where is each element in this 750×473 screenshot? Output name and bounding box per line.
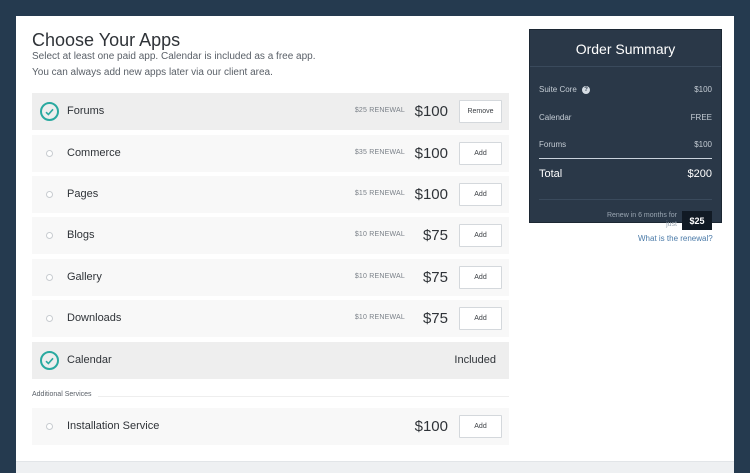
add-pages-button[interactable]: Add: [459, 183, 502, 206]
app-price: $75: [422, 310, 448, 327]
order-summary-panel: Order Summary Suite Core ? $100 Calendar…: [529, 29, 722, 230]
app-name: Downloads: [67, 312, 122, 324]
add-commerce-button[interactable]: Add: [459, 142, 502, 165]
add-installation-service-button[interactable]: Add: [459, 415, 502, 438]
summary-total: Total $200: [539, 168, 712, 180]
unselected-radio-icon: [46, 274, 53, 281]
app-name: Blogs: [67, 229, 95, 241]
unselected-radio-icon: [46, 150, 53, 157]
app-row-calendar: Calendar Included: [32, 342, 509, 379]
app-row-pages[interactable]: Pages $15 RENEWAL $100 Add: [32, 176, 509, 213]
app-row-gallery[interactable]: Gallery $10 RENEWAL $75 Add: [32, 259, 509, 296]
app-renewal-price: $10 RENEWAL: [354, 273, 405, 280]
app-renewal-price: $10 RENEWAL: [354, 231, 405, 238]
checkmark-circle-icon: [40, 351, 59, 370]
summary-line-suite-core: Suite Core ? $100: [539, 85, 712, 94]
summary-line-value: $100: [694, 140, 712, 149]
page-title: Choose Your Apps: [32, 30, 181, 50]
summary-line-calendar: Calendar FREE: [539, 113, 712, 122]
unselected-radio-icon: [46, 423, 53, 430]
app-row-blogs[interactable]: Blogs $10 RENEWAL $75 Add: [32, 217, 509, 254]
summary-line-label-wrap: Suite Core ?: [539, 85, 591, 94]
app-row-downloads[interactable]: Downloads $10 RENEWAL $75 Add: [32, 300, 509, 337]
summary-total-label: Total: [539, 168, 563, 180]
summary-line-forums: Forums $100: [539, 140, 712, 149]
app-name: Calendar: [67, 354, 112, 366]
page-subtitle-note: You can always add new apps later via ou…: [32, 67, 273, 78]
summary-line-value: $100: [694, 85, 712, 94]
summary-divider: [539, 199, 712, 200]
app-price: $100: [414, 186, 448, 203]
page-subtitle: Select at least one paid app. Calendar i…: [32, 51, 316, 62]
app-row-forums[interactable]: Forums $25 RENEWAL $100 Remove: [32, 93, 509, 130]
what-is-renewal-link[interactable]: What is the renewal?: [638, 234, 713, 243]
unselected-radio-icon: [46, 191, 53, 198]
checkmark-circle-icon: [40, 102, 59, 121]
remove-forums-button[interactable]: Remove: [459, 100, 502, 123]
add-blogs-button[interactable]: Add: [459, 224, 502, 247]
question-circle-icon[interactable]: ?: [582, 85, 591, 94]
summary-total-divider: [539, 158, 712, 159]
summary-line-label: Calendar: [539, 113, 572, 122]
app-renewal-price: $15 RENEWAL: [354, 190, 405, 197]
summary-line-value: FREE: [690, 113, 712, 122]
app-price: $100: [414, 145, 448, 162]
service-price: $100: [414, 418, 448, 435]
app-renewal-price: $10 RENEWAL: [354, 314, 405, 321]
section-divider: [32, 396, 509, 397]
summary-line-label: Suite Core: [539, 85, 577, 94]
renewal-note: Renew in 6 months for just: [606, 212, 677, 228]
renewal-price-badge: $25: [682, 211, 712, 230]
card-footer-bar: [16, 461, 734, 473]
app-renewal-price: $35 RENEWAL: [354, 149, 405, 156]
app-price: $75: [422, 227, 448, 244]
included-label: Included: [454, 354, 496, 366]
app-price: $100: [414, 103, 448, 120]
unselected-radio-icon: [46, 232, 53, 239]
section-heading-additional-services: Additional Services: [32, 391, 98, 398]
add-downloads-button[interactable]: Add: [459, 307, 502, 330]
service-name: Installation Service: [67, 420, 160, 432]
app-price: $75: [422, 269, 448, 286]
app-name: Pages: [67, 188, 99, 200]
order-summary-title: Order Summary: [575, 41, 676, 57]
summary-total-value: $200: [687, 168, 712, 180]
app-row-commerce[interactable]: Commerce $35 RENEWAL $100 Add: [32, 135, 509, 172]
app-name: Commerce: [67, 147, 121, 159]
section-heading-text: Additional Services: [32, 391, 98, 398]
app-name: Forums: [67, 105, 105, 117]
summary-divider: [530, 66, 721, 67]
unselected-radio-icon: [46, 315, 53, 322]
app-name: Gallery: [67, 271, 102, 283]
app-renewal-price: $25 RENEWAL: [354, 107, 405, 114]
add-gallery-button[interactable]: Add: [459, 266, 502, 289]
summary-line-label: Forums: [539, 140, 567, 149]
app-selection-card: Choose Your Apps Select at least one pai…: [16, 16, 734, 473]
service-row-installation[interactable]: Installation Service $100 Add: [32, 408, 509, 445]
